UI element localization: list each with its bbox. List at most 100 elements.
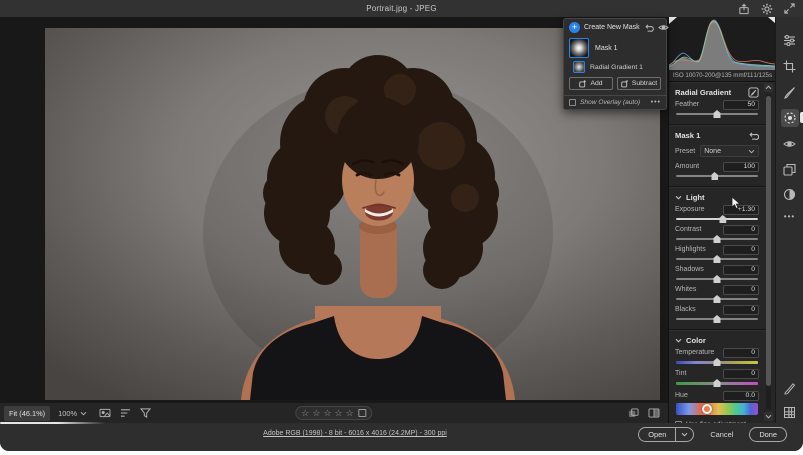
hue-slider[interactable] [676, 403, 758, 415]
cancel-button[interactable]: Cancel [710, 430, 733, 439]
sort-order-icon[interactable] [120, 408, 131, 418]
zoom-level-select[interactable]: 100% [58, 409, 87, 418]
add-button[interactable]: Add [569, 77, 613, 90]
split-view-icon[interactable] [648, 408, 660, 418]
blacks-value[interactable]: 0 [723, 304, 759, 315]
temperature-slider-thumb[interactable] [713, 358, 721, 366]
crop-tool-icon[interactable] [781, 57, 799, 75]
exposure-slider[interactable] [676, 215, 758, 223]
feather-slider[interactable] [676, 110, 758, 118]
star-icon[interactable]: ☆ [301, 407, 309, 419]
whites-label: Whites [675, 286, 697, 293]
radial-gradient-title: Radial Gradient [675, 88, 732, 97]
shadows-slider[interactable] [676, 275, 758, 283]
reset-adjustments-icon[interactable] [748, 131, 759, 141]
tint-value[interactable]: 0 [723, 368, 759, 379]
hue-slider-knob[interactable] [702, 404, 713, 414]
tint-slider[interactable] [676, 379, 758, 387]
highlights-slider[interactable] [676, 255, 758, 263]
healing-tool-icon[interactable] [781, 83, 799, 101]
whites-slider-thumb[interactable] [713, 295, 721, 303]
amount-value[interactable]: 100 [723, 161, 759, 172]
scroll-up-icon[interactable] [764, 83, 773, 92]
brush-tool-icon[interactable] [781, 379, 799, 397]
red-eye-tool-icon[interactable] [781, 135, 799, 153]
amount-slider[interactable] [676, 172, 758, 180]
preset-select[interactable]: None [700, 145, 759, 157]
progress-highlight [0, 422, 105, 424]
mask-section-title: Mask 1 [675, 131, 701, 140]
export-icon[interactable] [738, 3, 750, 15]
amount-slider-thumb[interactable] [711, 172, 719, 180]
shadows-value[interactable]: 0 [723, 264, 759, 275]
masking-tool-icon[interactable] [780, 109, 799, 127]
temperature-slider[interactable] [676, 358, 758, 366]
contrast-slider-thumb[interactable] [713, 235, 721, 243]
subtract-button[interactable]: Subtract [617, 77, 661, 90]
temperature-value[interactable]: 0 [723, 347, 759, 358]
presets-icon[interactable] [781, 160, 799, 178]
exposure-slider-thumb[interactable] [719, 215, 727, 223]
shadows-slider-thumb[interactable] [713, 275, 721, 283]
settings-gear-icon[interactable] [761, 3, 773, 15]
mask-list-item[interactable]: Mask 1 [564, 36, 666, 60]
image-info-link[interactable]: Adobe RGB (1998) - 8 bit - 6016 x 4016 (… [263, 430, 447, 437]
mask-visibility-eye-icon[interactable] [657, 23, 669, 32]
blacks-slider[interactable] [676, 315, 758, 323]
open-options-chevron[interactable] [676, 428, 693, 441]
subtract-button-label: Subtract [631, 80, 658, 87]
scrollbar-track[interactable] [766, 94, 771, 410]
whites-slider[interactable] [676, 295, 758, 303]
before-after-icon[interactable] [628, 408, 639, 418]
section-mask: Mask 1 Preset None Amount 100 [669, 125, 767, 187]
filter-funnel-icon[interactable] [140, 408, 152, 418]
show-overlay-checkbox[interactable] [569, 99, 576, 106]
radial-gradient-icon[interactable] [573, 61, 585, 73]
preset-value: None [704, 147, 721, 155]
chevron-down-icon[interactable] [675, 338, 682, 343]
star-icon[interactable]: ☆ [335, 407, 343, 419]
contrast-value[interactable]: 0 [723, 224, 759, 235]
chevron-down-icon[interactable] [675, 195, 682, 200]
feather-value[interactable]: 50 [723, 99, 759, 110]
mask-tool-item[interactable]: Radial Gradient 1 [564, 60, 666, 76]
mask-thumbnail[interactable] [569, 38, 589, 58]
mask-panel-more-icon[interactable]: ••• [651, 99, 661, 106]
panel-scrollbar[interactable] [764, 83, 773, 421]
feather-slider-thumb[interactable] [713, 110, 721, 118]
more-tools-icon[interactable]: ••• [781, 207, 799, 225]
edit-tool-icon[interactable] [781, 31, 799, 49]
scroll-down-icon[interactable] [764, 412, 773, 421]
star-rating[interactable]: ☆ ☆ ☆ ☆ ☆ [295, 406, 373, 420]
flag-icon[interactable] [358, 409, 367, 417]
highlights-value[interactable]: 0 [723, 244, 759, 255]
histogram[interactable] [669, 17, 775, 70]
preview-toggle-icon[interactable] [99, 408, 111, 418]
grid-view-icon[interactable] [781, 403, 799, 421]
star-icon[interactable]: ☆ [312, 407, 320, 419]
section-color: Color Temperature0 Tint0 Hue0.0 Use fine… [669, 330, 767, 423]
star-icon[interactable]: ☆ [323, 407, 331, 419]
image-canvas[interactable]: + Create New Mask Mask 1 Radial Gradient… [0, 17, 669, 423]
tint-label: Tint [675, 370, 687, 377]
plus-circle-icon[interactable]: + [569, 22, 580, 33]
fullscreen-icon[interactable] [784, 3, 795, 14]
blacks-slider-thumb[interactable] [713, 315, 721, 323]
fit-zoom-button[interactable]: Fit (46.1%) [4, 405, 51, 421]
exif-lens: 70-200@135 mm [695, 72, 744, 79]
done-button-pill: Done [749, 427, 787, 442]
edit-pin-icon[interactable] [748, 87, 759, 98]
whites-value[interactable]: 0 [723, 284, 759, 295]
star-icon[interactable]: ☆ [346, 407, 354, 419]
tint-slider-thumb[interactable] [713, 379, 721, 387]
done-button[interactable]: Done [750, 428, 786, 441]
exposure-value[interactable]: +1.30 [723, 204, 759, 215]
scrollbar-thumb[interactable] [766, 96, 771, 386]
contrast-slider[interactable] [676, 235, 758, 243]
highlights-slider-thumb[interactable] [713, 255, 721, 263]
create-mask-panel: + Create New Mask Mask 1 Radial Gradient… [563, 18, 669, 110]
reset-mask-icon[interactable] [644, 23, 654, 33]
contrast-circle-icon[interactable] [781, 185, 799, 203]
open-button[interactable]: Open [639, 428, 675, 441]
hue-value[interactable]: 0.0 [723, 390, 759, 401]
